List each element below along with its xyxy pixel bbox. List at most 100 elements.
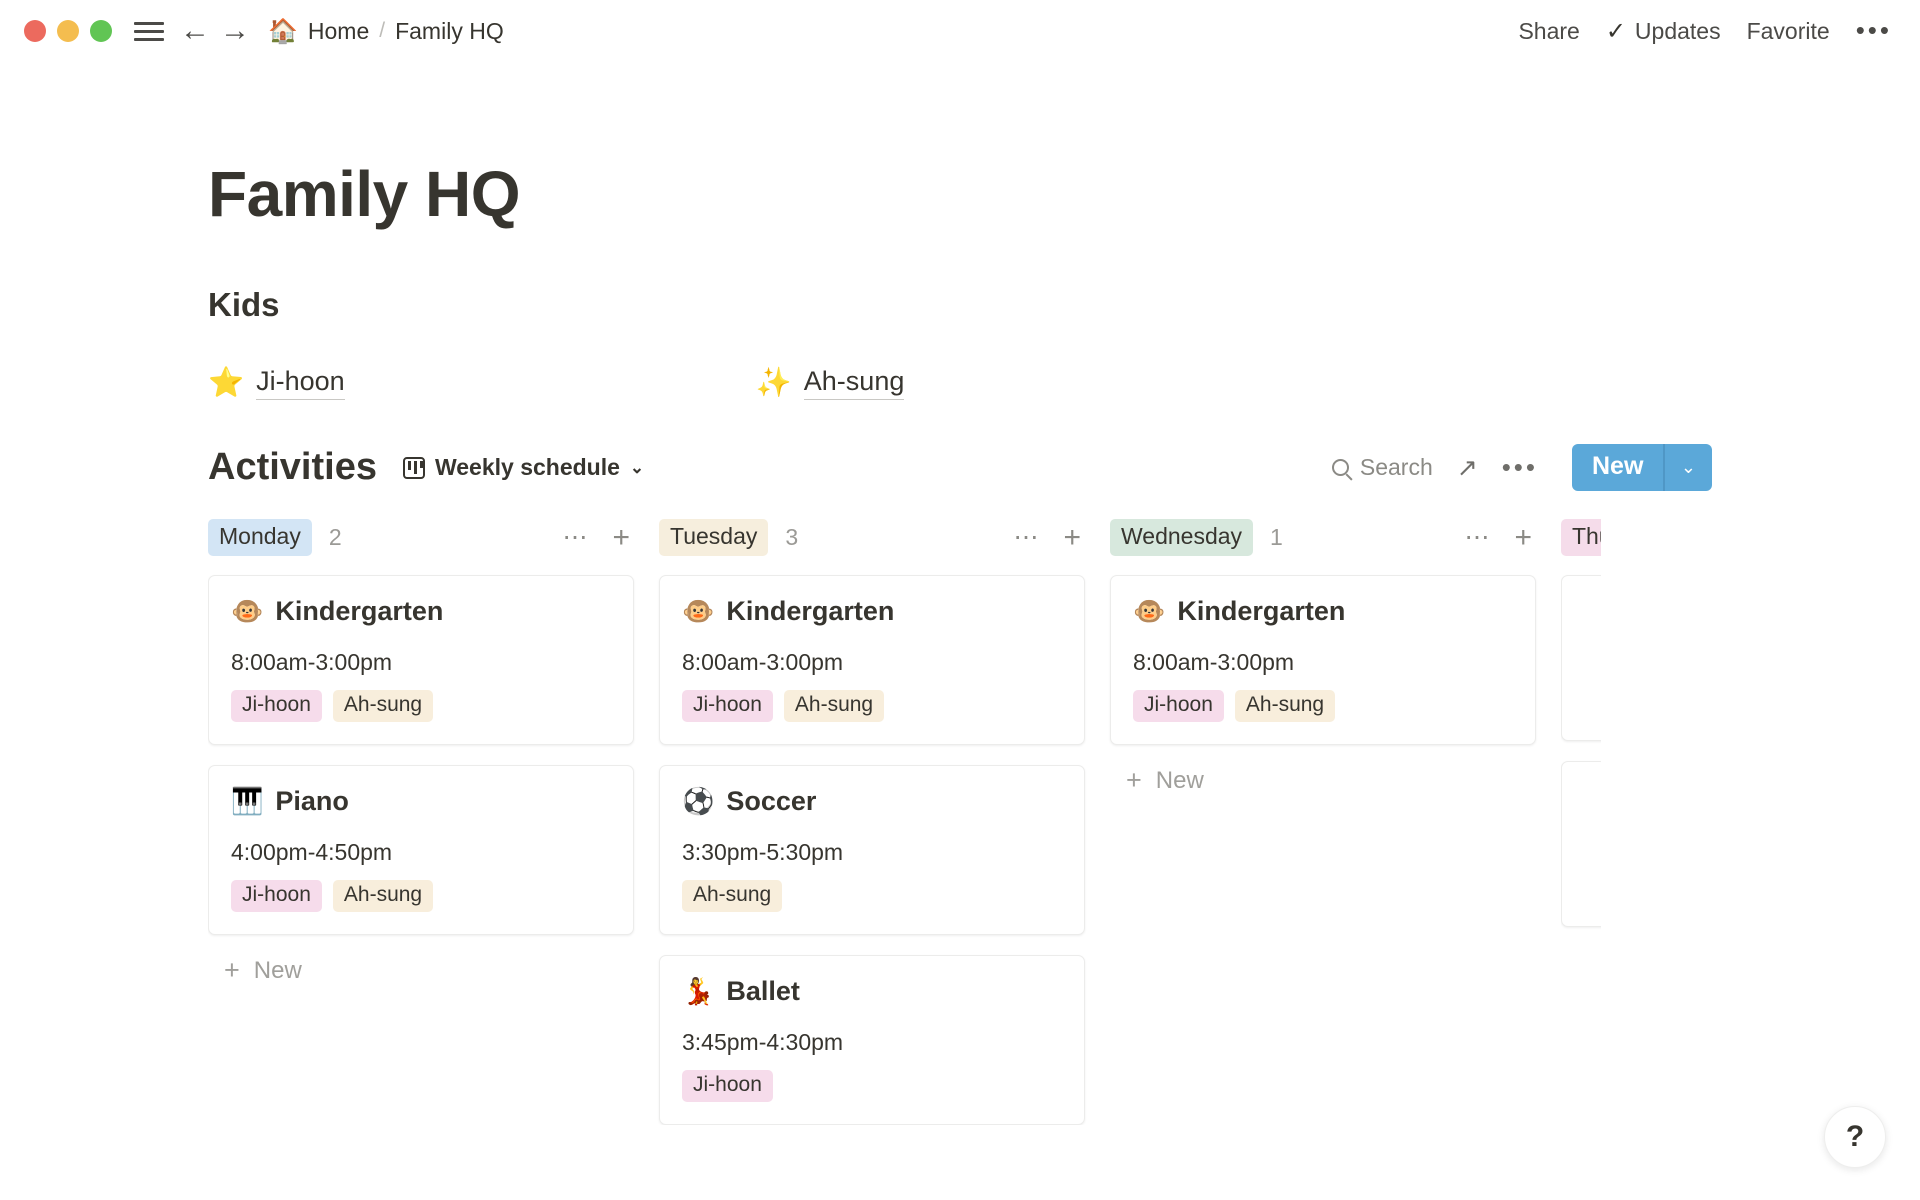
board-card[interactable]: 🎹 Piano 4:00pm-4:50pm Ji-hoon Ah-sung: [208, 765, 634, 935]
monkey-icon: 🐵: [231, 596, 264, 626]
column-header: Wednesday 1 ⋯ +: [1110, 519, 1536, 556]
view-label: Weekly schedule: [434, 454, 620, 480]
column-cards: 🐵 Kindergarten 8:00am-3:00pm Ji-hoon Ah-…: [1110, 575, 1536, 745]
card-title: Piano: [275, 786, 349, 816]
column-more-icon[interactable]: ⋯: [562, 524, 590, 549]
soccer-ball-icon: ⚽: [682, 786, 715, 816]
tag-ah-sung: Ah-sung: [783, 690, 885, 722]
tag-ji-hoon: Ji-hoon: [231, 880, 322, 912]
board-column-monday: Monday 2 ⋯ + 🐵 Kindergarten 8:00am-3:00p…: [208, 519, 634, 1125]
board-card[interactable]: 💃 Ballet 3:45pm-4:30pm Ji-hoon: [659, 955, 1085, 1125]
column-add-icon[interactable]: +: [612, 522, 630, 552]
column-header: Tuesday 3 ⋯ +: [659, 519, 1085, 556]
close-window-button[interactable]: [24, 20, 46, 42]
search-label: Search: [1359, 454, 1433, 480]
tag-ji-hoon: Ji-hoon: [1133, 690, 1224, 722]
column-actions: ⋯ +: [562, 522, 630, 552]
card-tags: Ji-hoon: [682, 1070, 1062, 1102]
favorite-button[interactable]: Favorite: [1747, 18, 1830, 45]
card-time: 8:00am-3:00pm: [682, 649, 844, 675]
board-card[interactable]: [1561, 761, 1601, 927]
board-view-icon: [402, 456, 425, 479]
share-button[interactable]: Share: [1518, 18, 1579, 45]
card-time: 8:00am-3:00pm: [231, 649, 393, 675]
tag-ah-sung: Ah-sung: [1234, 690, 1336, 722]
board-card[interactable]: 🐵 Kindergarten 8:00am-3:00pm Ji-hoon Ah-…: [659, 575, 1085, 745]
database-more-icon[interactable]: •••: [1502, 454, 1538, 479]
column-title-chip[interactable]: Wednesday: [1110, 519, 1254, 556]
card-title-row: 🐵 Kindergarten: [1133, 596, 1513, 627]
window-titlebar: ← → 🏠 Home / Family HQ Share ✓ Updates F…: [0, 0, 1920, 62]
new-card-label: New: [1155, 767, 1204, 794]
column-new-card-button[interactable]: + New: [1110, 767, 1536, 795]
card-title: Kindergarten: [275, 596, 444, 626]
kanban-board: Monday 2 ⋯ + 🐵 Kindergarten 8:00am-3:00p…: [208, 519, 1920, 1125]
plus-icon: +: [224, 955, 240, 986]
card-title-row: ⚽ Soccer: [682, 786, 1062, 817]
column-header: Thursday: [1561, 519, 1601, 556]
maximize-window-button[interactable]: [90, 20, 112, 42]
titlebar-actions: Share ✓ Updates Favorite •••: [1518, 17, 1892, 46]
column-count: 3: [785, 523, 799, 550]
database-toolbar: Search ↗ ••• New ⌄: [1331, 444, 1712, 491]
column-add-icon[interactable]: +: [1514, 522, 1532, 552]
help-button[interactable]: ?: [1824, 1106, 1886, 1168]
page-content: Family HQ Kids ⭐ Ji-hoon ✨ Ah-sung Activ…: [0, 157, 1920, 1125]
breadcrumb-current[interactable]: Family HQ: [395, 18, 504, 45]
view-selector[interactable]: Weekly schedule ⌄: [402, 454, 645, 481]
search-button[interactable]: Search: [1331, 454, 1433, 481]
kid-link-ah-sung[interactable]: ✨ Ah-sung: [756, 366, 905, 400]
window-controls: [24, 20, 112, 42]
column-title-chip[interactable]: Tuesday: [659, 519, 769, 556]
minimize-window-button[interactable]: [57, 20, 79, 42]
new-button-caret-icon[interactable]: ⌄: [1665, 444, 1712, 491]
kid-link-ji-hoon[interactable]: ⭐ Ji-hoon: [208, 366, 345, 400]
database-header: Activities Weekly schedule ⌄ Search ↗ ••…: [208, 444, 1920, 491]
kid-name-label: Ji-hoon: [256, 366, 345, 400]
card-time: 3:45pm-4:30pm: [682, 1029, 844, 1055]
column-more-icon[interactable]: ⋯: [1013, 524, 1041, 549]
card-time: 3:30pm-5:30pm: [682, 839, 844, 865]
column-count: 1: [1270, 523, 1283, 550]
board-card[interactable]: 🐵 Kindergarten 8:00am-3:00pm Ji-hoon Ah-…: [208, 575, 634, 745]
column-title-chip[interactable]: Thursday: [1561, 519, 1601, 556]
card-title-row: 🐵 Kindergarten: [231, 596, 611, 627]
column-add-icon[interactable]: +: [1063, 522, 1081, 552]
column-actions: ⋯ +: [1464, 522, 1532, 552]
card-title: Ballet: [726, 976, 800, 1006]
board-card[interactable]: [1561, 575, 1601, 741]
board-card[interactable]: 🐵 Kindergarten 8:00am-3:00pm Ji-hoon Ah-…: [1110, 575, 1536, 745]
house-icon: 🏠: [268, 17, 298, 45]
more-options-icon[interactable]: •••: [1856, 18, 1892, 43]
new-button[interactable]: New: [1572, 444, 1663, 491]
kids-heading: Kids: [208, 286, 280, 323]
column-cards: 🐵 Kindergarten 8:00am-3:00pm Ji-hoon Ah-…: [208, 575, 634, 935]
kid-name-label: Ah-sung: [803, 366, 905, 400]
board-column-wednesday: Wednesday 1 ⋯ + 🐵 Kindergarten 8:00am-3:…: [1110, 519, 1536, 1125]
column-title-chip[interactable]: Monday: [208, 519, 312, 556]
board-column-thursday: Thursday: [1561, 519, 1601, 1125]
card-title: Soccer: [726, 786, 817, 816]
chevron-down-icon: ⌄: [629, 457, 645, 477]
tag-ji-hoon: Ji-hoon: [231, 690, 322, 722]
card-title-row: 🐵 Kindergarten: [682, 596, 1062, 627]
updates-button[interactable]: ✓ Updates: [1606, 17, 1721, 46]
back-arrow-icon[interactable]: ←: [180, 16, 210, 46]
breadcrumb-home[interactable]: Home: [308, 18, 369, 45]
column-cards: [1561, 575, 1601, 927]
board-card[interactable]: ⚽ Soccer 3:30pm-5:30pm Ah-sung: [659, 765, 1085, 935]
column-new-card-button[interactable]: + New: [208, 957, 634, 985]
expand-icon[interactable]: ↗: [1457, 453, 1478, 483]
column-cards: 🐵 Kindergarten 8:00am-3:00pm Ji-hoon Ah-…: [659, 575, 1085, 1125]
column-more-icon[interactable]: ⋯: [1464, 524, 1492, 549]
card-time: 8:00am-3:00pm: [1133, 649, 1295, 675]
breadcrumb-separator: /: [379, 19, 386, 42]
column-actions: ⋯ +: [1013, 522, 1081, 552]
navigation-arrows: ← →: [180, 16, 250, 46]
tag-ah-sung: Ah-sung: [332, 690, 434, 722]
forward-arrow-icon[interactable]: →: [220, 16, 250, 46]
updates-label: Updates: [1634, 17, 1721, 44]
hamburger-menu-icon[interactable]: [134, 17, 164, 46]
page-title: Family HQ: [208, 158, 521, 230]
card-tags: Ah-sung: [682, 880, 1062, 912]
